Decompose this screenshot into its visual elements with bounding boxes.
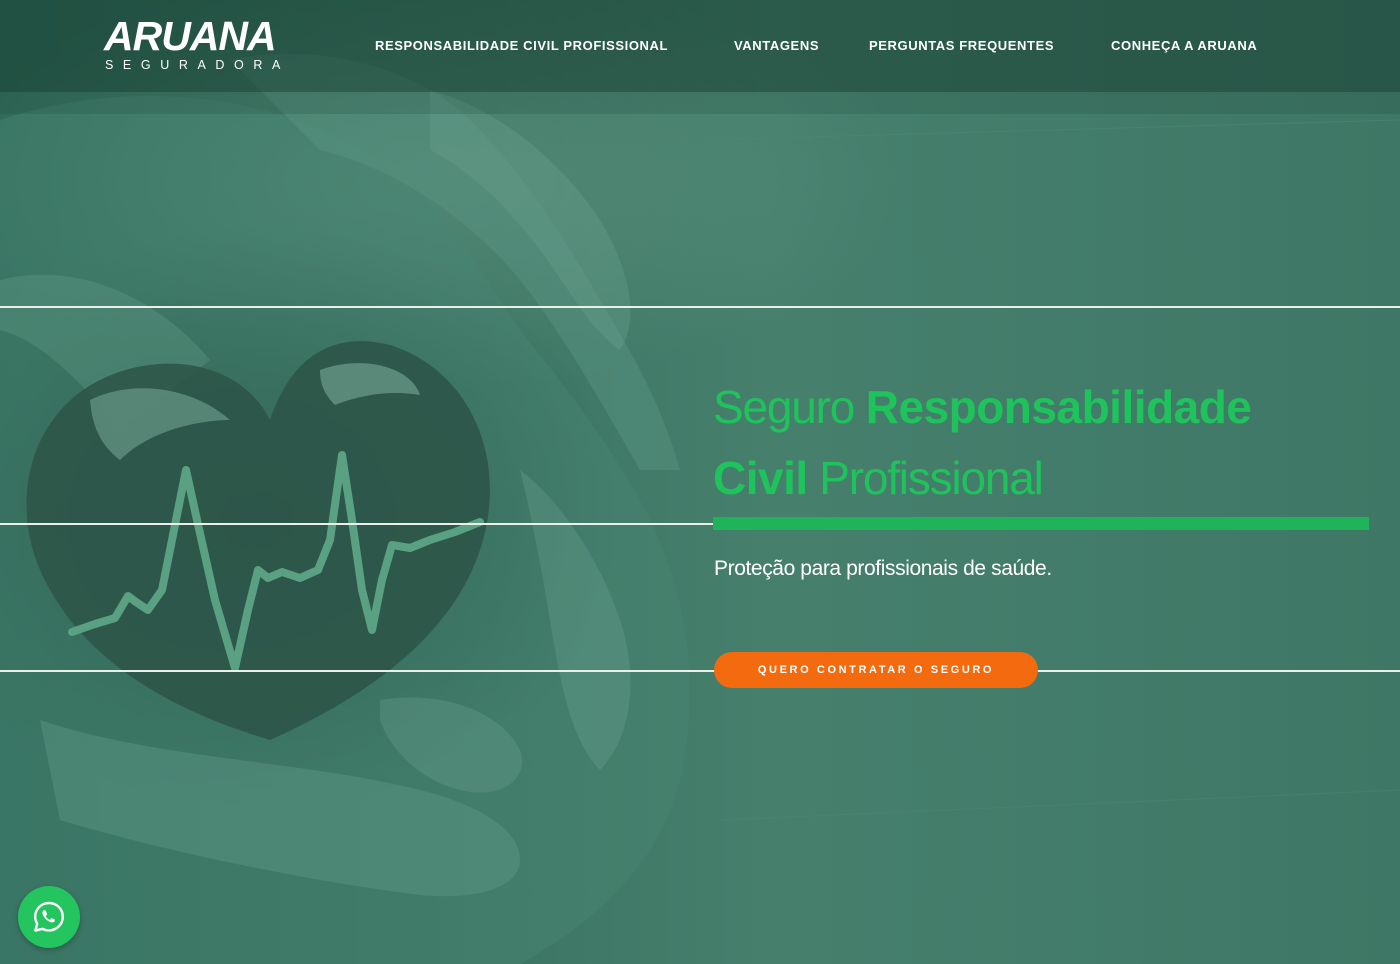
hero-title-part3: Civil xyxy=(713,452,808,504)
landing-page: ARUANA SEGURADORA RESPONSABILIDADE CIVIL… xyxy=(0,0,1400,964)
hero-title-part1: Seguro xyxy=(713,381,866,433)
hero-title: Seguro Responsabilidade Civil Profissiona… xyxy=(713,372,1373,514)
divider-line-top xyxy=(0,306,1400,308)
nav-item-responsabilidade-civil[interactable]: RESPONSABILIDADE CIVIL PROFISSIONAL xyxy=(375,38,668,53)
title-underline-bar xyxy=(713,517,1369,530)
whatsapp-button[interactable] xyxy=(18,886,80,948)
header-shadow xyxy=(0,92,1400,114)
logo-wordmark: ARUANA xyxy=(104,13,277,59)
divider-line-middle xyxy=(0,523,713,525)
hero-title-part2: Responsabilidade xyxy=(865,381,1252,433)
nav-item-perguntas-frequentes[interactable]: PERGUNTAS FREQUENTES xyxy=(869,38,1054,53)
hero-subtitle: Proteção para profissionais de saúde. xyxy=(714,557,1052,580)
nav-item-conheca-aruana[interactable]: CONHEÇA A ARUANA xyxy=(1111,38,1257,53)
hero-title-part4: Profissional xyxy=(807,452,1044,504)
logo-subtitle: SEGURADORA xyxy=(105,58,290,72)
contract-insurance-button[interactable]: QUERO CONTRATAR O SEGURO xyxy=(714,652,1038,688)
aruana-logo[interactable]: ARUANA SEGURADORA xyxy=(104,16,304,76)
divider-line-bottom xyxy=(0,670,1400,672)
whatsapp-icon xyxy=(34,901,64,932)
nav-item-vantagens[interactable]: VANTAGENS xyxy=(734,38,819,53)
